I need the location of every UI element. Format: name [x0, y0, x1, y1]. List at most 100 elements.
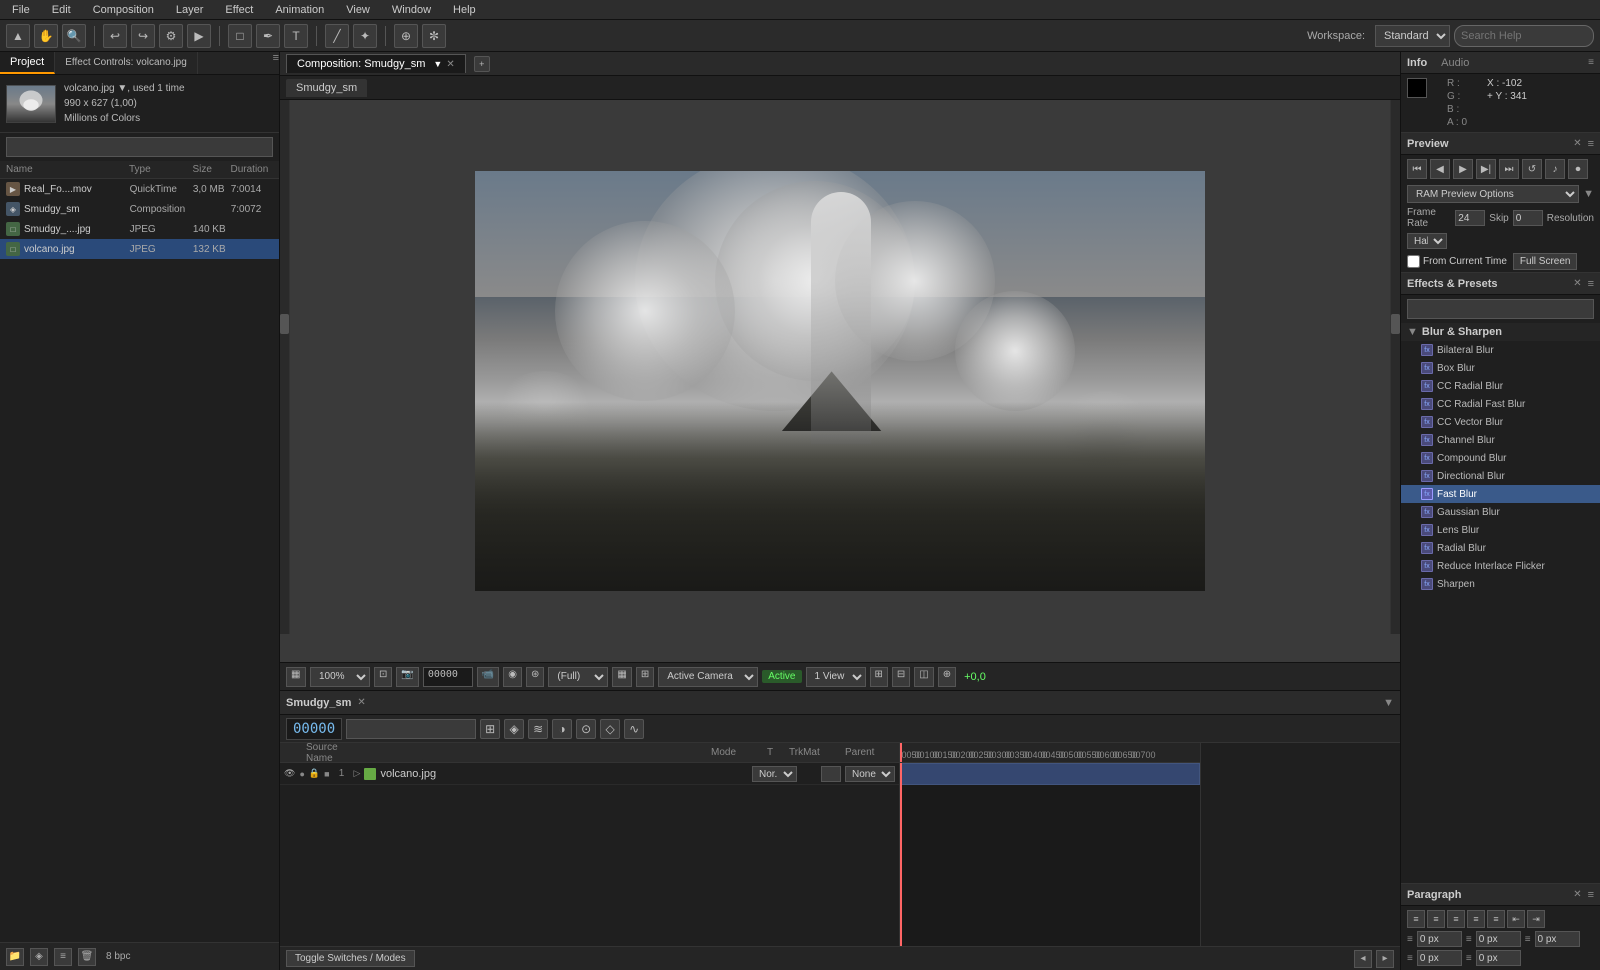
layer-mode-select[interactable]: Nor... — [752, 766, 797, 782]
play-btn[interactable]: ▶ — [1453, 159, 1473, 179]
indent-left-btn[interactable]: ⇤ — [1507, 910, 1525, 928]
tab-project[interactable]: Project — [0, 52, 55, 74]
draft-3d-btn[interactable]: ◑ — [552, 719, 572, 739]
effect-item[interactable]: fx Radial Blur — [1401, 539, 1600, 557]
blur-sharpen-category[interactable]: ▼ Blur & Sharpen — [1401, 323, 1600, 341]
keyframe-btn[interactable]: ◇ — [600, 719, 620, 739]
from-current-checkbox[interactable]: From Current Time — [1407, 255, 1507, 268]
preview-close-btn[interactable]: ✕ — [1573, 138, 1581, 149]
menu-animation[interactable]: Animation — [271, 2, 328, 18]
paragraph-close-btn[interactable]: ✕ — [1573, 889, 1581, 900]
toggle-switches-btn[interactable]: Toggle Switches / Modes — [286, 950, 415, 967]
indent-right-btn[interactable]: ⇥ — [1527, 910, 1545, 928]
new-comp-btn[interactable]: ◈ — [30, 948, 48, 966]
full-screen-btn[interactable]: Full Screen — [1513, 253, 1578, 270]
go-back-frame-btn[interactable]: ◀ — [1430, 159, 1450, 179]
preview-menu-btn[interactable]: ≡ — [1588, 138, 1594, 150]
solo-dot[interactable]: ● — [299, 769, 304, 779]
view-select[interactable]: 1 View 2 Views 4 Views — [806, 667, 866, 687]
text-tool-btn[interactable]: T — [284, 24, 308, 48]
loop-btn[interactable]: ↺ — [1522, 159, 1542, 179]
layer-bar[interactable] — [900, 763, 1200, 785]
timeline-search-input[interactable] — [346, 719, 476, 739]
align-center-btn[interactable]: ≡ — [1427, 910, 1445, 928]
menu-layer[interactable]: Layer — [172, 2, 208, 18]
layer-row[interactable]: 👁 ● 🔒 ■ 1 ▷ volcano.jpg Nor... — [280, 763, 899, 785]
effect-item[interactable]: fx Gaussian Blur — [1401, 503, 1600, 521]
zoom-tool-btn[interactable]: 🔍 — [62, 24, 86, 48]
zoom-select[interactable]: 100% — [310, 667, 370, 687]
timeline-nav-right[interactable]: ▸ — [1376, 950, 1394, 968]
project-search-input[interactable] — [6, 137, 273, 157]
left-panel-close[interactable]: ≡ — [273, 52, 279, 74]
comp-tab-smudgy[interactable]: Composition: Smudgy_sm ▼ ✕ — [286, 54, 466, 73]
menu-file[interactable]: File — [8, 2, 34, 18]
toggle-view-btn[interactable]: ≡ — [54, 948, 72, 966]
camera-icon-btn[interactable]: 📹 — [477, 667, 499, 687]
indent-input-1[interactable] — [1417, 931, 1462, 947]
timeline-nav-left[interactable]: ◂ — [1354, 950, 1372, 968]
preview-options-arrow[interactable]: ▼ — [1583, 188, 1594, 200]
effect-item[interactable]: fx Sharpen — [1401, 575, 1600, 593]
menu-view[interactable]: View — [342, 2, 374, 18]
effect-item[interactable]: fx Bilateral Blur — [1401, 341, 1600, 359]
menu-help[interactable]: Help — [449, 2, 480, 18]
tab-effect-controls[interactable]: Effect Controls: volcano.jpg — [55, 52, 198, 74]
align-justify-all-btn[interactable]: ≡ — [1487, 910, 1505, 928]
pixel-aspect-btn[interactable]: ⊞ — [636, 667, 654, 687]
go-to-start-btn[interactable]: ⏮ — [1407, 159, 1427, 179]
transparency-btn[interactable]: ▦ — [612, 667, 631, 687]
new-folder-btn[interactable]: 📁 — [6, 948, 24, 966]
pen-tool-btn[interactable]: ✒ — [256, 24, 280, 48]
stamp-tool-btn[interactable]: ✦ — [353, 24, 377, 48]
grid-btn[interactable]: ⊞ — [870, 667, 888, 687]
timeline-close-btn[interactable]: ✕ — [357, 697, 365, 708]
effect-item[interactable]: fx Reduce Interlace Flicker — [1401, 557, 1600, 575]
effects-close-btn[interactable]: ✕ — [1573, 278, 1581, 289]
live-update-btn[interactable]: ⊙ — [576, 719, 596, 739]
safe-zones-btn[interactable]: ▦ — [286, 667, 306, 687]
info-close-btn[interactable]: ≡ — [1588, 57, 1594, 68]
roto-tool-btn[interactable]: ✼ — [422, 24, 446, 48]
align-justify-btn[interactable]: ≡ — [1467, 910, 1485, 928]
selection-tool-btn[interactable]: ▲ — [6, 24, 30, 48]
frame-rate-input[interactable] — [1455, 210, 1485, 226]
puppet-tool-btn[interactable]: ⊕ — [394, 24, 418, 48]
snapshot-btn[interactable]: 📷 — [396, 667, 418, 687]
camera-select[interactable]: Active Camera — [658, 667, 758, 687]
lock-icon[interactable]: 🔒 — [309, 768, 320, 779]
menu-effect[interactable]: Effect — [221, 2, 257, 18]
parent-select[interactable]: None — [845, 766, 895, 782]
render-btn[interactable]: ▶ — [187, 24, 211, 48]
redo-btn[interactable]: ↪ — [131, 24, 155, 48]
file-row[interactable]: ▶ Real_Fo....mov QuickTime 3,0 MB 7:0014 — [0, 179, 279, 199]
effect-item[interactable]: fx Channel Blur — [1401, 431, 1600, 449]
align-left-btn[interactable]: ≡ — [1407, 910, 1425, 928]
menu-composition[interactable]: Composition — [89, 2, 158, 18]
menu-window[interactable]: Window — [388, 2, 435, 18]
effects-menu-btn[interactable]: ≡ — [1588, 278, 1594, 290]
align-right-btn[interactable]: ≡ — [1447, 910, 1465, 928]
fit-btn[interactable]: ⊡ — [374, 667, 392, 687]
audio-btn[interactable]: ♪ — [1545, 159, 1565, 179]
file-row[interactable]: □ volcano.jpg JPEG 132 KB — [0, 239, 279, 259]
snap-btn[interactable]: ◫ — [914, 667, 933, 687]
indent-input-2[interactable] — [1476, 931, 1521, 947]
guide-btn[interactable]: ⊟ — [892, 667, 910, 687]
workspace-select[interactable]: Standard — [1375, 25, 1450, 47]
solo-btn[interactable]: ◈ — [504, 719, 524, 739]
effect-item[interactable]: fx CC Radial Fast Blur — [1401, 395, 1600, 413]
exposure-btn[interactable]: ⊛ — [526, 667, 544, 687]
delete-btn[interactable]: 🗑 — [78, 948, 96, 966]
motion-blur-btn[interactable]: ≋ — [528, 719, 548, 739]
timeline-collapse-btn[interactable]: ▼ — [1383, 697, 1394, 709]
record-btn[interactable]: ⏺ — [1568, 159, 1588, 179]
layer-trk-mat[interactable] — [821, 766, 841, 782]
search-help-input[interactable] — [1454, 25, 1594, 47]
hand-tool-btn[interactable]: ✋ — [34, 24, 58, 48]
quality-select[interactable]: (Full) Half Quarter — [548, 667, 608, 687]
resolution-select[interactable]: Half Full Quarter — [1407, 233, 1447, 249]
new-layer-btn[interactable]: ⊞ — [480, 719, 500, 739]
new-tab-btn[interactable]: + — [474, 56, 490, 72]
rect-tool-btn[interactable]: □ — [228, 24, 252, 48]
